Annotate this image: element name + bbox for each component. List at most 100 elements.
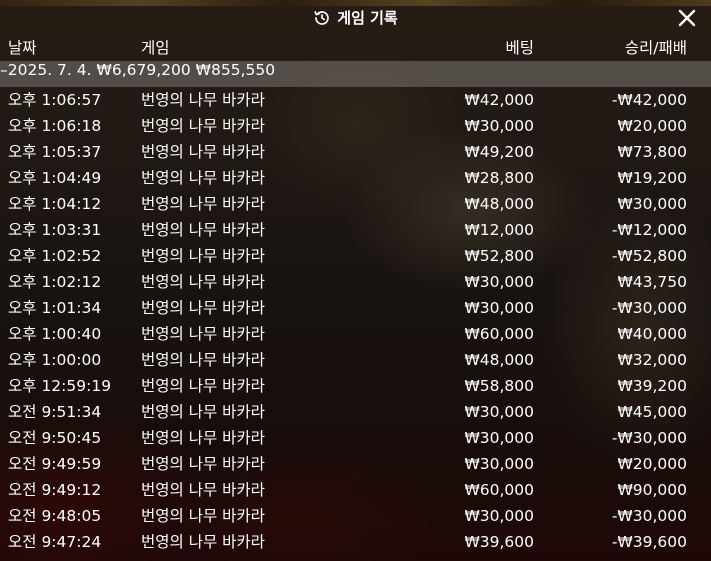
row-time: 오후 1:02:52 bbox=[8, 247, 102, 265]
row-bet: ₩30,000 bbox=[464, 273, 534, 291]
row-time: 오후 1:01:34 bbox=[8, 299, 102, 317]
row-result: -₩30,000 bbox=[611, 299, 687, 317]
row-time: 오후 1:04:12 bbox=[8, 195, 102, 213]
history-row[interactable]: 오후 1:06:18 번영의 나무 바카라 ₩30,000 ₩20,000 bbox=[0, 113, 711, 139]
row-time: 오전 9:51:34 bbox=[8, 403, 102, 421]
row-result: -₩12,000 bbox=[611, 221, 687, 239]
history-row[interactable]: 오전 9:49:59 번영의 나무 바카라 ₩30,000 ₩20,000 bbox=[0, 451, 711, 477]
row-game: 번영의 나무 바카라 bbox=[141, 273, 265, 291]
date-summary-row[interactable]: –2025. 7. 4. ₩6,679,200 ₩855,550 bbox=[0, 61, 711, 87]
row-game: 번영의 나무 바카라 bbox=[141, 455, 265, 473]
row-time: 오후 1:03:31 bbox=[8, 221, 102, 239]
row-time: 오전 9:49:12 bbox=[8, 481, 102, 499]
row-result: ₩39,200 bbox=[617, 377, 687, 395]
row-game: 번영의 나무 바카라 bbox=[141, 481, 265, 499]
row-result: -₩52,800 bbox=[611, 247, 687, 265]
close-icon[interactable] bbox=[677, 8, 697, 28]
row-time: 오전 9:49:59 bbox=[8, 455, 102, 473]
row-bet: ₩12,000 bbox=[464, 221, 534, 239]
column-headers: 날짜 게임 베팅 승리/패배 bbox=[0, 35, 711, 61]
history-icon bbox=[314, 10, 330, 25]
summary-bet-total: ₩6,679,200 bbox=[96, 61, 191, 79]
row-time: 오후 1:04:49 bbox=[8, 169, 102, 187]
row-result: ₩90,000 bbox=[617, 481, 687, 499]
history-row[interactable]: 오후 1:02:52 번영의 나무 바카라 ₩52,800 -₩52,800 bbox=[0, 243, 711, 269]
history-row[interactable]: 오후 1:04:12 번영의 나무 바카라 ₩48,000 ₩30,000 bbox=[0, 191, 711, 217]
row-bet: ₩39,600 bbox=[464, 533, 534, 551]
row-result: -₩39,600 bbox=[611, 533, 687, 551]
row-result: ₩30,000 bbox=[617, 195, 687, 213]
history-row[interactable]: 오전 9:51:34 번영의 나무 바카라 ₩30,000 ₩45,000 bbox=[0, 399, 711, 425]
row-bet: ₩60,000 bbox=[464, 325, 534, 343]
row-bet: ₩52,800 bbox=[464, 247, 534, 265]
row-time: 오전 9:50:45 bbox=[8, 429, 102, 447]
row-bet: ₩49,200 bbox=[464, 143, 534, 161]
panel-title: 게임 기록 bbox=[337, 9, 398, 27]
row-result: ₩40,000 bbox=[617, 325, 687, 343]
row-result: -₩30,000 bbox=[611, 507, 687, 525]
row-game: 번영의 나무 바카라 bbox=[141, 351, 265, 369]
row-result: ₩73,800 bbox=[617, 143, 687, 161]
row-result: ₩45,000 bbox=[617, 403, 687, 421]
row-game: 번영의 나무 바카라 bbox=[141, 169, 265, 187]
history-row[interactable]: 오후 1:06:57 번영의 나무 바카라 ₩42,000 -₩42,000 bbox=[0, 87, 711, 113]
history-row[interactable]: 오후 1:05:37 번영의 나무 바카라 ₩49,200 ₩73,800 bbox=[0, 139, 711, 165]
row-time: 오후 1:06:18 bbox=[8, 117, 102, 135]
row-time: 오후 12:59:19 bbox=[8, 377, 112, 395]
row-result: -₩30,000 bbox=[611, 429, 687, 447]
row-bet: ₩30,000 bbox=[464, 429, 534, 447]
row-bet: ₩30,000 bbox=[464, 117, 534, 135]
row-bet: ₩48,000 bbox=[464, 195, 534, 213]
history-row[interactable]: 오전 9:48:05 번영의 나무 바카라 ₩30,000 -₩30,000 bbox=[0, 503, 711, 529]
row-result: ₩20,000 bbox=[617, 117, 687, 135]
history-row[interactable]: 오후 1:02:12 번영의 나무 바카라 ₩30,000 ₩43,750 bbox=[0, 269, 711, 295]
panel-header: 게임 기록 bbox=[0, 0, 711, 35]
row-game: 번영의 나무 바카라 bbox=[141, 325, 265, 343]
game-history-panel: 게임 기록 날짜 게임 베팅 승리/패배 –2025. 7. 4. ₩6,679… bbox=[0, 0, 711, 561]
row-game: 번영의 나무 바카라 bbox=[141, 533, 265, 551]
row-bet: ₩30,000 bbox=[464, 403, 534, 421]
column-header-date: 날짜 bbox=[8, 39, 37, 57]
history-row[interactable]: 오전 9:49:12 번영의 나무 바카라 ₩60,000 ₩90,000 bbox=[0, 477, 711, 503]
row-game: 번영의 나무 바카라 bbox=[141, 195, 265, 213]
row-bet: ₩48,000 bbox=[464, 351, 534, 369]
row-game: 번영의 나무 바카라 bbox=[141, 429, 265, 447]
row-bet: ₩30,000 bbox=[464, 455, 534, 473]
column-header-result: 승리/패배 bbox=[624, 39, 687, 57]
row-result: ₩20,000 bbox=[617, 455, 687, 473]
history-row[interactable]: 오후 12:59:19 번영의 나무 바카라 ₩58,800 ₩39,200 bbox=[0, 373, 711, 399]
history-row[interactable]: 오전 9:47:24 번영의 나무 바카라 ₩39,600 -₩39,600 bbox=[0, 529, 711, 555]
history-row[interactable]: 오후 1:00:00 번영의 나무 바카라 ₩48,000 ₩32,000 bbox=[0, 347, 711, 373]
row-game: 번영의 나무 바카라 bbox=[141, 507, 265, 525]
row-time: 오전 9:48:05 bbox=[8, 507, 102, 525]
row-result: -₩42,000 bbox=[611, 91, 687, 109]
column-header-bet: 베팅 bbox=[505, 39, 534, 57]
row-bet: ₩30,000 bbox=[464, 507, 534, 525]
row-game: 번영의 나무 바카라 bbox=[141, 91, 265, 109]
row-result: ₩19,200 bbox=[617, 169, 687, 187]
row-game: 번영의 나무 바카라 bbox=[141, 143, 265, 161]
row-bet: ₩30,000 bbox=[464, 299, 534, 317]
row-result: ₩43,750 bbox=[617, 273, 687, 291]
row-game: 번영의 나무 바카라 bbox=[141, 117, 265, 135]
row-bet: ₩42,000 bbox=[464, 91, 534, 109]
row-game: 번영의 나무 바카라 bbox=[141, 221, 265, 239]
row-time: 오후 1:06:57 bbox=[8, 91, 102, 109]
history-row[interactable]: 오전 9:50:45 번영의 나무 바카라 ₩30,000 -₩30,000 bbox=[0, 425, 711, 451]
column-header-game: 게임 bbox=[141, 39, 170, 57]
history-list: 오후 1:06:57 번영의 나무 바카라 ₩42,000 -₩42,000 오후 1:… bbox=[0, 87, 711, 555]
row-bet: ₩28,800 bbox=[464, 169, 534, 187]
row-time: 오후 1:02:12 bbox=[8, 273, 102, 291]
row-time: 오후 1:05:37 bbox=[8, 143, 102, 161]
row-game: 번영의 나무 바카라 bbox=[141, 403, 265, 421]
history-row[interactable]: 오후 1:01:34 번영의 나무 바카라 ₩30,000 -₩30,000 bbox=[0, 295, 711, 321]
row-time: 오후 1:00:40 bbox=[8, 325, 102, 343]
row-bet: ₩58,800 bbox=[464, 377, 534, 395]
history-row[interactable]: 오후 1:00:40 번영의 나무 바카라 ₩60,000 ₩40,000 bbox=[0, 321, 711, 347]
row-game: 번영의 나무 바카라 bbox=[141, 299, 265, 317]
summary-result-total: ₩855,550 bbox=[195, 61, 276, 79]
summary-date: –2025. 7. 4. bbox=[0, 61, 92, 79]
history-row[interactable]: 오후 1:03:31 번영의 나무 바카라 ₩12,000 -₩12,000 bbox=[0, 217, 711, 243]
row-game: 번영의 나무 바카라 bbox=[141, 377, 265, 395]
history-row[interactable]: 오후 1:04:49 번영의 나무 바카라 ₩28,800 ₩19,200 bbox=[0, 165, 711, 191]
